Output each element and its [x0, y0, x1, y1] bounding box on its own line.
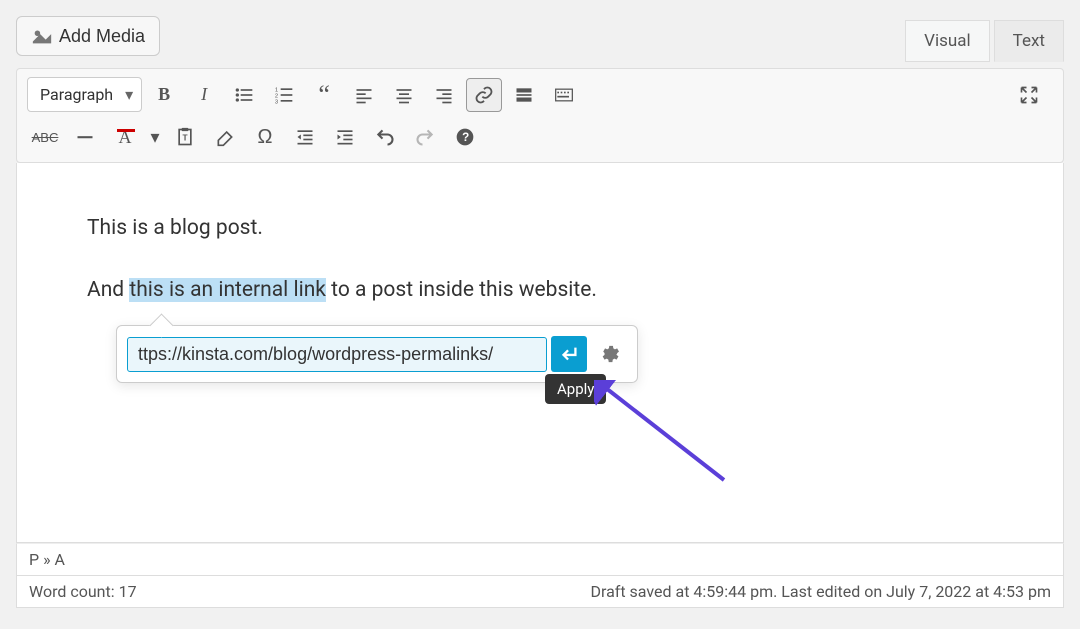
toolbar-row-2: ABC A ▾ T Ω ? [17, 120, 1063, 162]
paste-icon: T [175, 127, 195, 147]
svg-text:T: T [183, 132, 188, 142]
word-count: Word count: 17 [29, 582, 137, 601]
gear-icon [598, 343, 620, 365]
numbered-list-button[interactable]: 123 [266, 78, 302, 112]
indent-icon [335, 127, 355, 147]
outdent-button[interactable] [287, 120, 323, 154]
undo-button[interactable] [367, 120, 403, 154]
paragraph-2: And this is an internal link to a post i… [87, 275, 1063, 307]
selected-link-text: this is an internal link [129, 278, 326, 302]
indent-button[interactable] [327, 120, 363, 154]
text-before-link: And [87, 278, 129, 302]
paste-text-button[interactable]: T [167, 120, 203, 154]
help-icon: ? [455, 127, 475, 147]
align-center-button[interactable] [386, 78, 422, 112]
bullet-list-icon [234, 85, 254, 105]
apply-tooltip: Apply [545, 374, 606, 404]
read-more-button[interactable] [506, 78, 542, 112]
keyboard-icon [554, 85, 574, 105]
draft-status: Draft saved at 4:59:44 pm. Last edited o… [590, 582, 1051, 601]
align-center-icon [394, 85, 414, 105]
tab-visual[interactable]: Visual [905, 20, 989, 62]
paragraph-1: This is a blog post. [87, 213, 1063, 245]
numbered-list-icon: 123 [274, 85, 294, 105]
editor-toolbar: Paragraph B I 123 “ ABC A ▾ T Ω [16, 68, 1064, 163]
eraser-icon [215, 127, 235, 147]
clear-formatting-button[interactable] [207, 120, 243, 154]
read-more-icon [514, 85, 534, 105]
align-left-icon [354, 85, 374, 105]
align-right-button[interactable] [426, 78, 462, 112]
help-button[interactable]: ? [447, 120, 483, 154]
strikethrough-button[interactable]: ABC [27, 120, 63, 154]
link-settings-button[interactable] [591, 336, 627, 372]
align-left-button[interactable] [346, 78, 382, 112]
classic-editor: Add Media Visual Text Paragraph B I 123 … [16, 16, 1064, 608]
status-bar: P » A Word count: 17 Draft saved at 4:59… [16, 543, 1064, 608]
insert-link-button[interactable] [466, 78, 502, 112]
italic-button[interactable]: I [186, 78, 222, 112]
link-url-input[interactable] [127, 337, 547, 372]
redo-button[interactable] [407, 120, 443, 154]
enter-icon [558, 343, 580, 365]
fullscreen-button[interactable] [1011, 78, 1047, 112]
toolbar-row-1: Paragraph B I 123 “ [17, 69, 1063, 120]
horizontal-rule-button[interactable] [67, 120, 103, 154]
media-icon [31, 25, 53, 47]
link-icon [474, 85, 494, 105]
special-char-button[interactable]: Ω [247, 120, 283, 154]
tab-text[interactable]: Text [994, 20, 1064, 62]
format-label: Paragraph [40, 85, 113, 104]
add-media-button[interactable]: Add Media [16, 16, 160, 56]
outdent-icon [295, 127, 315, 147]
align-right-icon [434, 85, 454, 105]
fullscreen-icon [1019, 85, 1039, 105]
text-color-dropdown[interactable]: ▾ [147, 120, 163, 154]
undo-icon [375, 127, 395, 147]
element-path[interactable]: P » A [16, 543, 1064, 576]
blockquote-button[interactable]: “ [306, 78, 342, 112]
svg-text:3: 3 [275, 99, 278, 105]
hr-icon [75, 127, 95, 147]
text-after-link: to a post inside this website. [326, 278, 597, 302]
add-media-label: Add Media [59, 26, 145, 47]
bold-button[interactable]: B [146, 78, 182, 112]
svg-text:?: ? [462, 131, 469, 144]
text-color-button[interactable]: A [107, 120, 143, 154]
link-apply-button[interactable] [551, 336, 587, 372]
redo-icon [415, 127, 435, 147]
bullet-list-button[interactable] [226, 78, 262, 112]
format-dropdown[interactable]: Paragraph [27, 77, 142, 112]
editor-tabs: Visual Text [905, 20, 1064, 62]
toolbar-toggle-button[interactable] [546, 78, 582, 112]
